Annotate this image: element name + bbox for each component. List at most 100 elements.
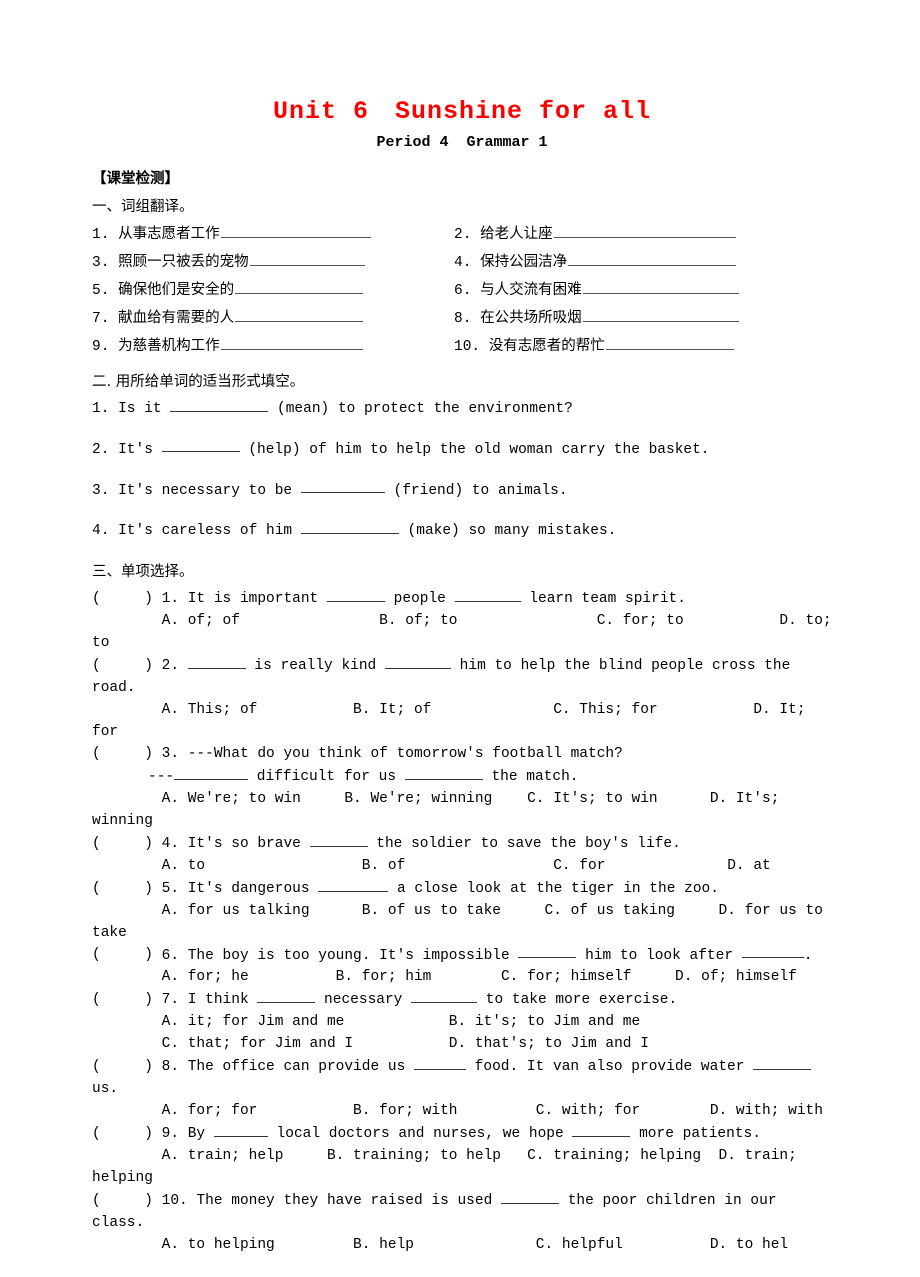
option-row[interactable]: A. for us talking B. of us to take C. of… [92, 900, 832, 944]
section-label-phrase-translation: 一、词组翻译。 [92, 198, 194, 215]
answer-blank[interactable] [300, 519, 399, 535]
question-text: food. It van also provide water [465, 1059, 754, 1076]
item-number: 3. [92, 254, 119, 271]
item-number: 1. [92, 400, 119, 417]
option-row[interactable]: C. that; for Jim and I D. that's; to Jim… [92, 1033, 832, 1055]
question-stem: ( ) 1. It is important people learn team… [92, 587, 832, 610]
question-text: to take more exercise. [477, 992, 678, 1009]
answer-bracket[interactable]: ( ) [92, 944, 162, 966]
page-subtitle: Period 4 Grammar 1 [376, 134, 548, 152]
answer-blank[interactable] [605, 335, 734, 350]
item-chinese-text: 照顾一只被丢的宠物 [118, 253, 249, 270]
answer-bracket[interactable]: ( ) [92, 1190, 162, 1212]
question-number: 2. [161, 657, 188, 674]
answer-blank[interactable] [501, 1189, 559, 1204]
answer-blank[interactable] [568, 251, 737, 266]
answer-blank[interactable] [326, 587, 385, 603]
translation-item: 10. 没有志愿者的帮忙 [454, 334, 832, 362]
question-stem: ( ) 10. The money they have raised is us… [92, 1189, 832, 1234]
answer-blank[interactable] [404, 765, 483, 780]
item-number: 4. [454, 254, 481, 271]
question-text: The money they have raised is used [196, 1192, 501, 1209]
answer-blank[interactable] [454, 587, 521, 603]
translation-item: 3. 照顾一只被丢的宠物 [92, 250, 454, 278]
fill-in-blank-list: 1. Is it (mean) to protect the environme… [92, 397, 832, 541]
fill-blank-item: 3. It's necessary to be (friend) to anim… [92, 479, 832, 500]
question-number: 6. [161, 947, 188, 964]
fill-blank-item: 1. Is it (mean) to protect the environme… [92, 397, 832, 418]
answer-blank[interactable] [309, 832, 368, 847]
question-text: more patients. [630, 1125, 761, 1142]
item-number: 2. [92, 441, 119, 458]
question-text: --- [148, 768, 175, 785]
sentence-prefix: It's necessary to be [118, 482, 301, 499]
item-chinese-text: 为慈善机构工作 [118, 337, 220, 354]
answer-blank[interactable] [187, 654, 246, 669]
option-row[interactable]: A. to B. of C. for D. at [92, 855, 832, 877]
item-chinese-text: 保持公园洁净 [480, 253, 568, 270]
answer-blank[interactable] [170, 397, 269, 412]
option-row[interactable]: A. it; for Jim and me B. it's; to Jim an… [92, 1011, 832, 1033]
translation-row: 9. 为慈善机构工作 10. 没有志愿者的帮忙 [92, 334, 832, 362]
question-number: 10. [161, 1192, 197, 1209]
answer-blank[interactable] [411, 988, 478, 1004]
question-text: him to look after [576, 947, 742, 964]
answer-blank[interactable] [257, 988, 316, 1004]
item-chinese-text: 在公共场所吸烟 [480, 309, 582, 326]
question-text: It's so brave [187, 835, 310, 852]
section-label-word-form: 二. 用所给单词的适当形式填空。 [92, 373, 305, 390]
answer-bracket[interactable]: ( ) [92, 1123, 162, 1145]
answer-blank[interactable] [582, 307, 739, 322]
answer-blank[interactable] [235, 279, 364, 294]
answer-bracket[interactable]: ( ) [92, 1056, 162, 1078]
option-row[interactable]: A. train; help B. training; to help C. t… [92, 1145, 832, 1189]
option-row[interactable]: A. for; he B. for; him C. for; himself D… [92, 966, 832, 988]
answer-blank[interactable] [213, 1122, 268, 1137]
translation-item: 6. 与人交流有困难 [454, 278, 832, 306]
answer-bracket[interactable]: ( ) [92, 878, 162, 900]
option-row[interactable]: A. We're; to win B. We're; winning C. It… [92, 788, 832, 832]
question-text: necessary [315, 992, 412, 1009]
question-stem: ( ) 9. By local doctors and nurses, we h… [92, 1122, 832, 1145]
question-text: is really kind [245, 657, 385, 674]
answer-bracket[interactable]: ( ) [92, 833, 162, 855]
answer-bracket[interactable]: ( ) [92, 743, 162, 765]
option-row[interactable]: A. This; of B. It; of C. This; for D. It… [92, 699, 832, 743]
answer-bracket[interactable]: ( ) [92, 588, 162, 610]
question-stem: ( ) 4. It's so brave the soldier to save… [92, 832, 832, 855]
answer-blank[interactable] [741, 944, 804, 959]
answer-blank[interactable] [300, 479, 385, 494]
option-row[interactable]: A. to helping B. help C. helpful D. to h… [92, 1234, 832, 1256]
option-row[interactable]: A. for; for B. for; with C. with; for D.… [92, 1100, 832, 1122]
sentence-suffix: (make) so many mistakes. [398, 523, 617, 540]
answer-bracket[interactable]: ( ) [92, 655, 162, 677]
translation-item: 5. 确保他们是安全的 [92, 278, 454, 306]
answer-blank[interactable] [518, 944, 577, 959]
answer-blank[interactable] [572, 1122, 631, 1137]
answer-blank[interactable] [384, 654, 451, 669]
question-number: 3. [161, 746, 188, 763]
option-row[interactable]: A. of; of B. of; to C. for; to D. to; to [92, 610, 832, 654]
translation-row: 3. 照顾一只被丢的宠物 4. 保持公园洁净 [92, 250, 832, 278]
section-label-multiple-choice: 三、单项选择。 [92, 564, 194, 581]
answer-bracket[interactable]: ( ) [92, 989, 162, 1011]
question-stem: ( ) 7. I think necessary to take more ex… [92, 988, 832, 1011]
answer-blank[interactable] [161, 438, 240, 453]
item-number: 9. [92, 338, 119, 355]
answer-blank[interactable] [220, 223, 371, 238]
question-stem: ( ) 2. is really kind him to help the bl… [92, 654, 832, 699]
answer-blank[interactable] [582, 279, 739, 294]
translation-row: 7. 献血给有需要的人 8. 在公共场所吸烟 [92, 306, 832, 334]
answer-blank[interactable] [235, 307, 364, 322]
item-chinese-text: 献血给有需要的人 [118, 309, 235, 326]
answer-blank[interactable] [249, 251, 365, 266]
translation-row: 1. 从事志愿者工作 2. 给老人让座 [92, 222, 832, 250]
answer-blank[interactable] [553, 223, 736, 238]
item-number: 3. [92, 482, 119, 499]
answer-blank[interactable] [174, 765, 249, 780]
answer-blank[interactable] [220, 335, 363, 350]
answer-blank[interactable] [318, 877, 389, 892]
question-number: 1. [161, 591, 188, 608]
answer-blank[interactable] [413, 1055, 466, 1071]
answer-blank[interactable] [753, 1055, 812, 1071]
